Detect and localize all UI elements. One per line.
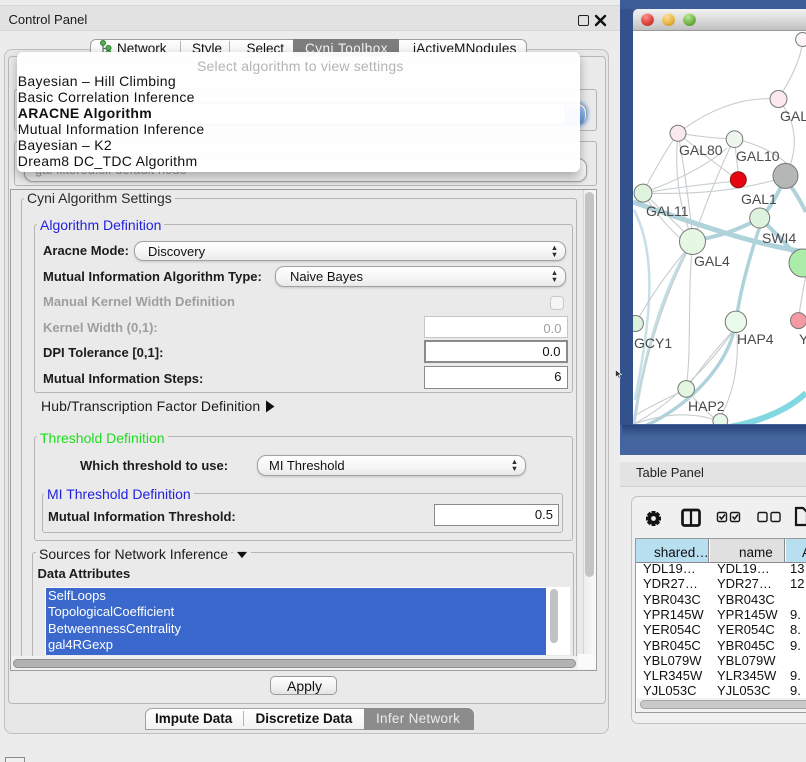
svg-text:GAL1: GAL1 [741, 191, 777, 207]
svg-text:HAP4: HAP4 [737, 331, 774, 347]
svg-text:SWI4: SWI4 [762, 230, 796, 246]
svg-text:GCY1: GCY1 [634, 335, 672, 351]
svg-text:GAL80: GAL80 [679, 142, 723, 158]
svg-text:GAL4: GAL4 [694, 253, 730, 269]
svg-text:GAL10: GAL10 [736, 148, 780, 164]
svg-text:HAP2: HAP2 [688, 398, 725, 414]
svg-text:YJL: YJL [799, 331, 806, 347]
svg-text:GAL80: GAL80 [780, 108, 806, 124]
svg-text:GAL11: GAL11 [646, 203, 689, 219]
